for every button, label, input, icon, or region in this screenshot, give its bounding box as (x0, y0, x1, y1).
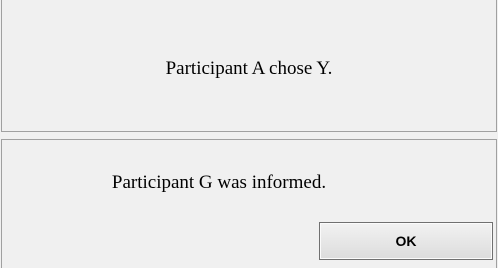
informed-message: Participant G was informed. (111, 172, 327, 193)
dialog-screen: Participant A chose Y. Participant G was… (0, 0, 498, 268)
ok-button[interactable]: OK (319, 222, 493, 260)
panel-divider (0, 132, 498, 139)
choice-message: Participant A chose Y. (165, 58, 333, 79)
